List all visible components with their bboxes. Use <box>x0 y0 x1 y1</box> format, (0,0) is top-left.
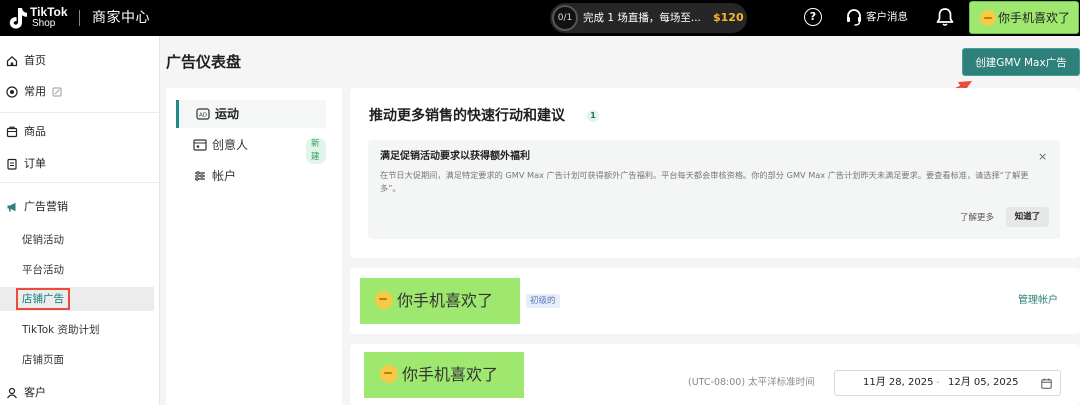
sidebar-subitem-label: 促销活动 <box>22 234 64 246</box>
tiktok-note-icon <box>9 8 28 29</box>
sidebar-item-products[interactable]: 商品 <box>0 119 160 145</box>
sidebar-divider <box>0 112 160 113</box>
topbar-divider <box>79 10 80 26</box>
sidebar-subitem-tiktok-funding[interactable]: TikTok 资助计划 <box>0 318 160 342</box>
dashboard-subnav: AD 运动 创意人 新建 帐户 <box>166 88 342 405</box>
creative-icon <box>193 139 207 151</box>
sidebar-item-label: 常用 <box>24 85 46 98</box>
got-it-button[interactable]: 知道了 <box>1006 207 1049 227</box>
sidebar-item-home[interactable]: 首页 <box>0 48 160 74</box>
tab-accounts[interactable]: 帐户 <box>176 162 326 190</box>
learn-more-link[interactable]: 了解更多 <box>960 211 994 225</box>
notice-title: 满足促销活动要求以获得额外福利 <box>380 151 530 162</box>
close-icon[interactable]: × <box>1038 150 1047 164</box>
top-bar: TikTok Shop 商家中心 0/1 完成 1 场直播，每场至... $12… <box>0 0 1080 36</box>
new-badge: 新建 <box>306 138 326 164</box>
help-icon[interactable]: ? <box>804 8 822 26</box>
tab-label: 运动 <box>215 107 240 121</box>
live-task-promo[interactable]: 0/1 完成 1 场直播，每场至... $120 <box>550 3 747 33</box>
tab-label: 创意人 <box>212 138 249 152</box>
sidebar-subitem-label: 店铺页面 <box>22 354 64 366</box>
sidebar-divider <box>0 182 160 183</box>
tiktok-shop-logo[interactable]: TikTok Shop <box>6 3 70 33</box>
page-title: 广告仪表盘 <box>166 53 242 71</box>
brand-text-shop: Shop <box>32 18 56 29</box>
sidebar-item-frequent[interactable]: 常用 <box>0 79 160 105</box>
sidebar-item-label: 商品 <box>24 125 46 138</box>
brand-text-tiktok: TikTok <box>30 5 68 19</box>
tab-label: 帐户 <box>212 169 237 183</box>
account-level-badge: 初级的 <box>526 294 560 308</box>
left-sidebar: 首页 常用 商品 订单 广告营销 促销活动 平台活动 店铺广告 TikTok 资… <box>0 36 160 405</box>
svg-text:AD: AD <box>199 113 207 119</box>
timezone-label: (UTC-08:00) 太平洋标准时间 <box>688 377 815 388</box>
ad-account-card: 你手机喜欢了 初级的 管理帐户 <box>350 268 1080 334</box>
suggestions-card: 推动更多销售的快速行动和建议 1 满足促销活动要求以获得额外福利 × 在节日大促… <box>350 88 1080 258</box>
headset-icon[interactable] <box>845 8 863 26</box>
tab-creatives[interactable]: 创意人 新建 <box>176 131 326 164</box>
suggestions-title: 推动更多销售的快速行动和建议 <box>369 108 565 124</box>
sidebar-item-label: 客户 <box>24 386 46 399</box>
performance-card: 你手机喜欢了 (UTC-08:00) 太平洋标准时间 11月 28, 2025 … <box>350 344 1080 405</box>
shop-account-badge[interactable]: 你手机喜欢了 <box>969 1 1079 34</box>
order-icon <box>7 158 17 170</box>
seller-center-title: 商家中心 <box>92 10 150 26</box>
notice-body: 在节日大促期间，满足特定要求的 GMV Max 广告计划可获得额外广告福利。平台… <box>380 170 1029 193</box>
sidebar-subitem-label: 店铺广告 <box>16 288 70 310</box>
shop-name: 你手机喜欢了 <box>402 365 499 384</box>
product-icon <box>6 126 18 138</box>
date-end: 12月 05, 2025 <box>948 377 1019 388</box>
date-start: 11月 28, 2025 <box>863 377 934 388</box>
edit-icon[interactable] <box>52 87 62 97</box>
sidebar-item-orders[interactable]: 订单 <box>0 151 160 177</box>
emoji-face-icon <box>980 10 996 26</box>
sidebar-item-customers[interactable]: 客户 <box>0 380 160 405</box>
tab-campaigns[interactable]: AD 运动 <box>176 100 326 128</box>
calendar-icon <box>1041 378 1052 389</box>
bell-icon[interactable] <box>936 7 954 27</box>
manage-account-link[interactable]: 管理帐户 <box>1018 294 1058 308</box>
sidebar-subitem-label: TikTok 资助计划 <box>22 324 100 336</box>
sidebar-subitem-label: 平台活动 <box>22 264 64 276</box>
date-range-picker[interactable]: 11月 28, 2025 - 12月 05, 2025 <box>834 370 1061 396</box>
suggestions-count-badge: 1 <box>587 110 599 122</box>
shop-name: 你手机喜欢了 <box>998 11 1071 25</box>
promo-text: 完成 1 场直播，每场至... <box>583 12 701 24</box>
sidebar-item-label: 首页 <box>24 54 46 67</box>
customer-messages-link[interactable]: 客户消息 <box>866 9 908 25</box>
promo-amount: $120 <box>713 11 744 24</box>
date-separator: - <box>936 377 940 388</box>
compass-icon <box>6 86 18 98</box>
shop-name-banner: 你手机喜欢了 <box>360 278 520 324</box>
sidebar-item-label: 订单 <box>24 157 46 170</box>
home-icon <box>6 55 18 67</box>
sidebar-item-label: 广告营销 <box>24 200 68 213</box>
sidebar-subitem-shop-ads[interactable]: 店铺广告 <box>0 287 154 311</box>
campaign-icon: AD <box>196 108 210 120</box>
megaphone-icon <box>7 202 16 212</box>
promo-requirement-notice: 满足促销活动要求以获得额外福利 × 在节日大促期间，满足特定要求的 GMV Ma… <box>368 140 1060 239</box>
task-progress-ring: 0/1 <box>552 5 578 31</box>
sidebar-subitem-shop-page[interactable]: 店铺页面 <box>0 348 160 372</box>
emoji-face-icon <box>375 291 393 309</box>
shop-name: 你手机喜欢了 <box>397 291 494 310</box>
emoji-face-icon <box>380 365 398 383</box>
sidebar-item-marketing[interactable]: 广告营销 <box>0 194 160 220</box>
shop-name-banner: 你手机喜欢了 <box>364 352 524 398</box>
sidebar-subitem-platform-events[interactable]: 平台活动 <box>0 258 160 282</box>
customer-icon <box>7 387 17 399</box>
create-gmv-max-ad-button[interactable]: 创建GMV Max广告 <box>962 48 1080 76</box>
sidebar-subitem-promotions[interactable]: 促销活动 <box>0 228 160 252</box>
account-icon <box>195 171 205 181</box>
